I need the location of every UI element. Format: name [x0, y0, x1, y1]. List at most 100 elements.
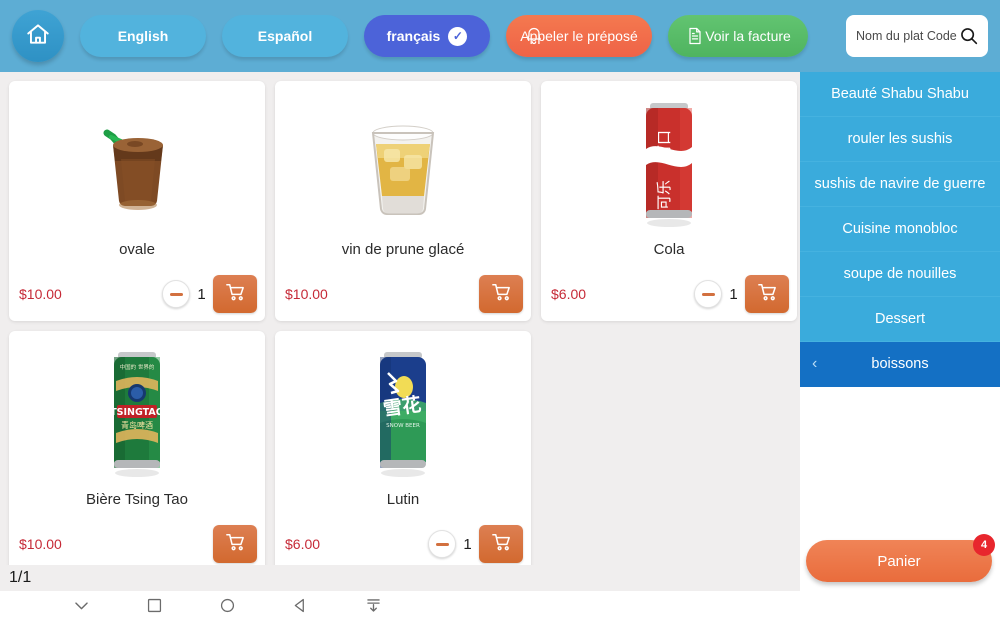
product-price: $10.00	[19, 536, 62, 552]
view-bill-label: Voir la facture	[705, 28, 791, 44]
add-to-cart-button[interactable]	[479, 275, 523, 313]
product-quantity: 1	[463, 535, 472, 553]
product-card-footer: $6.00 1	[541, 267, 797, 321]
category-label: sushis de navire de guerre	[814, 176, 986, 192]
view-bill-button[interactable]: Voir la facture	[668, 15, 808, 57]
language-label: Español	[257, 28, 313, 44]
language-label: English	[117, 28, 169, 44]
decrease-quantity-button[interactable]	[162, 280, 190, 308]
category-label: boissons	[871, 356, 929, 372]
category-label: Beauté Shabu Shabu	[831, 86, 969, 102]
add-to-cart-button[interactable]	[745, 275, 789, 313]
cart-icon	[490, 530, 513, 558]
triangle-back-icon	[291, 596, 310, 620]
cart-icon	[224, 280, 247, 308]
product-quantity: 1	[197, 285, 206, 303]
language-button-english[interactable]: English	[80, 15, 206, 57]
sidebar-item-boissons[interactable]: ‹ boissons	[800, 342, 1000, 387]
home-button[interactable]	[12, 10, 64, 62]
product-price: $10.00	[285, 286, 328, 302]
home-icon	[25, 21, 51, 52]
product-name: ovale	[119, 241, 155, 258]
top-header-bar: English Español français ✓ Appeler le pr…	[0, 0, 1000, 72]
document-icon	[685, 26, 705, 46]
product-image-tsingtao-beer-can: TSINGTAO 青岛啤酒 中国的 世界的	[9, 337, 265, 489]
product-card[interactable]: ovale $10.00 1	[9, 81, 265, 321]
cart-icon	[224, 530, 247, 558]
product-image-plum-wine-glass	[275, 87, 531, 239]
product-name: vin de prune glacé	[341, 241, 465, 258]
pos-ordering-screen: English Español français ✓ Appeler le pr…	[0, 0, 1000, 625]
category-label: Dessert	[875, 311, 925, 327]
product-card[interactable]: TSINGTAO 青岛啤酒 中国的 世界的 Bière Tsing Tao $1…	[9, 331, 265, 571]
add-to-cart-button[interactable]	[213, 275, 257, 313]
cart-count-badge: 4	[973, 534, 995, 556]
svg-text:青岛啤酒: 青岛啤酒	[121, 420, 153, 430]
product-image-iced-chocolate-cup	[9, 87, 265, 239]
product-image-snow-beer-can: 雪花 SNOW BEER	[275, 337, 531, 489]
language-button-espanol[interactable]: Español	[222, 15, 348, 57]
cart-button[interactable]: Panier 4	[806, 534, 995, 582]
product-price: $6.00	[285, 536, 321, 552]
product-grid-area: ovale $10.00 1 vin de prune glacé $10.00…	[0, 72, 800, 571]
sidebar-item-rouler-les-sushis[interactable]: rouler les sushis	[800, 117, 1000, 162]
product-card-footer: $10.00	[275, 267, 531, 321]
call-attendant-button[interactable]: Appeler le préposé	[506, 15, 652, 57]
svg-text:SNOW BEER: SNOW BEER	[386, 423, 420, 429]
sidebar-item-dessert[interactable]: Dessert	[800, 297, 1000, 342]
svg-text:TSINGTAO: TSINGTAO	[110, 407, 164, 418]
cart-icon	[756, 280, 779, 308]
chevron-down-icon	[72, 596, 91, 620]
add-to-cart-button[interactable]	[213, 525, 257, 563]
add-to-cart-button[interactable]	[479, 525, 523, 563]
android-navigation-bar	[0, 591, 1000, 625]
product-name: Cola	[653, 241, 685, 258]
search-icon[interactable]	[958, 25, 980, 47]
language-label: français	[386, 28, 441, 44]
product-card-footer: $6.00 1	[275, 517, 531, 571]
pagination-label: 1/1	[9, 569, 32, 586]
category-label: Cuisine monobloc	[842, 221, 958, 237]
nav-chevron-down-button[interactable]	[45, 596, 118, 620]
bell-icon	[524, 26, 544, 46]
pagination: 1/1	[0, 565, 800, 591]
cart-icon	[490, 280, 513, 308]
svg-text:可乐: 可乐	[655, 180, 673, 210]
check-icon: ✓	[448, 26, 468, 46]
cart-button-label: Panier	[877, 552, 921, 570]
decrease-quantity-button[interactable]	[694, 280, 722, 308]
sidebar-item-beaute-shabu-shabu[interactable]: Beauté Shabu Shabu	[800, 72, 1000, 117]
product-price: $10.00	[19, 286, 62, 302]
product-price: $6.00	[551, 286, 587, 302]
product-card[interactable]: 雪花 SNOW BEER Lutin $6.00 1	[275, 331, 531, 571]
svg-text:中国的 世界的: 中国的 世界的	[120, 363, 155, 371]
nav-home-button[interactable]	[191, 596, 264, 620]
product-name: Bière Tsing Tao	[85, 491, 188, 508]
language-button-francais[interactable]: français ✓	[364, 15, 490, 57]
product-card[interactable]: vin de prune glacé $10.00	[275, 81, 531, 321]
search-input[interactable]	[856, 29, 958, 43]
product-quantity: 1	[729, 285, 738, 303]
nav-recents-button[interactable]	[118, 596, 191, 620]
sidebar-item-cuisine-monobloc[interactable]: Cuisine monobloc	[800, 207, 1000, 252]
product-grid: ovale $10.00 1 vin de prune glacé $10.00…	[9, 81, 800, 571]
nav-back-button[interactable]	[264, 596, 337, 620]
square-icon	[145, 596, 164, 620]
category-sidebar: Beauté Shabu Shabu rouler les sushis sus…	[800, 72, 1000, 591]
svg-text:可口: 可口	[655, 130, 673, 160]
category-label: rouler les sushis	[847, 131, 953, 147]
product-card-footer: $10.00	[9, 517, 265, 571]
product-card-footer: $10.00 1	[9, 267, 265, 321]
circle-icon	[218, 596, 237, 620]
search-box[interactable]	[846, 15, 988, 57]
nav-collapse-button[interactable]	[337, 596, 410, 620]
decrease-quantity-button[interactable]	[428, 530, 456, 558]
product-image-cola-can: 可口 可乐	[541, 87, 797, 239]
category-label: soupe de nouilles	[843, 266, 957, 282]
sidebar-item-soupe-de-nouilles[interactable]: soupe de nouilles	[800, 252, 1000, 297]
product-name: Lutin	[386, 491, 420, 508]
chevron-left-icon: ‹	[812, 355, 818, 372]
sidebar-item-sushis-de-navire-de-guerre[interactable]: sushis de navire de guerre	[800, 162, 1000, 207]
collapse-down-icon	[364, 596, 383, 620]
product-card[interactable]: 可口 可乐 Cola $6.00 1	[541, 81, 797, 321]
